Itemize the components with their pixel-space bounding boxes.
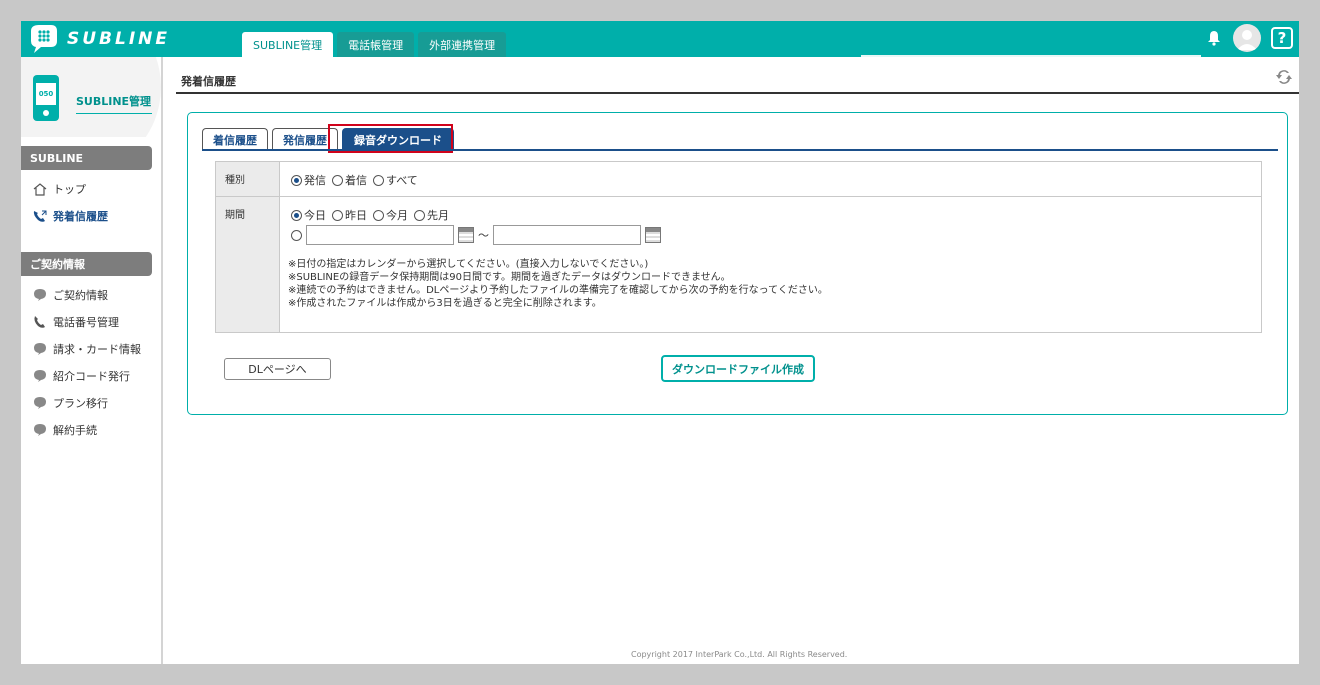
phone-number-prefix: 050 [36,83,56,105]
tab-incoming[interactable]: 着信履歴 [202,128,268,150]
app-window: SUBLINE SUBLINE管理 電話帳管理 外部連携管理 ? 050 SUB… [21,21,1299,664]
bubble-icon [32,423,48,437]
radio-label: 昨日 [345,209,367,222]
calendar-icon[interactable] [645,227,661,243]
top-tab-integration[interactable]: 外部連携管理 [418,32,507,57]
sidebar-item-phone-numbers[interactable]: 電話番号管理 [32,313,119,331]
top-nav-tabs: SUBLINE管理 電話帳管理 外部連携管理 [242,32,507,57]
tabs-underline [202,149,1278,151]
user-avatar[interactable] [1233,24,1261,52]
row-kind: 種別 発信 着信 すべて [216,162,1261,197]
download-panel: 着信履歴 発信履歴 録音ダウンロード 種別 発信 着信 すべて 期間 今日 昨日… [187,112,1288,415]
header-divider [861,55,1201,57]
sidebar-item-referral[interactable]: 紹介コード発行 [32,367,130,385]
radio-button[interactable] [332,174,343,186]
logo-icon [27,23,61,55]
sidebar-item-label: 紹介コード発行 [53,370,130,383]
sidebar-item-label: 発着信履歴 [53,210,108,223]
sidebar-title: SUBLINE管理 [76,93,152,114]
bubble-icon [32,288,48,302]
phone-icon [32,315,48,329]
create-download-file-button[interactable]: ダウンロードファイル作成 [661,355,815,382]
radio-label: 今月 [386,209,408,222]
date-to-input[interactable] [493,225,641,245]
notes: ※日付の指定はカレンダーから選択してください。(直接入力しないでください。) ※… [288,258,828,310]
range-separator: ～ [478,229,489,242]
date-from-input[interactable] [306,225,454,245]
help-icon[interactable]: ? [1271,27,1293,49]
header-actions: ? [1205,23,1293,53]
period-label: 期間 [216,197,280,332]
sidebar-item-label: ご契約情報 [53,289,108,302]
sidebar-item-label: プラン移行 [53,397,108,410]
sidebar-item-cancel[interactable]: 解約手続 [32,421,97,439]
phone-icon: 050 [33,75,59,121]
phone-home-button [43,110,49,116]
radio-label: 発信 [304,174,326,187]
sidebar-item-label: 請求・カード情報 [53,343,141,356]
radio-button[interactable] [373,209,384,221]
sidebar-item-contract-info[interactable]: ご契約情報 [32,286,108,304]
calendar-icon[interactable] [458,227,474,243]
radio-label: 先月 [427,209,449,222]
radio-custom-range[interactable] [291,229,302,241]
sidebar-item-top[interactable]: トップ [32,180,86,198]
page-title-divider [176,92,1299,94]
radio-outgoing[interactable]: 発信 [291,172,326,188]
sidebar-section-subline: SUBLINE [21,146,152,170]
bubble-icon [32,369,48,383]
page-title: 発着信履歴 [181,75,236,88]
note-line: ※連続での予約はできません。DLページより予約したファイルの準備完了を確認してか… [288,285,828,296]
radio-button[interactable] [414,209,425,221]
brand-name: SUBLINE [67,29,171,49]
sidebar-section-contract: ご契約情報 [21,252,152,276]
date-range-row: ～ [291,225,661,245]
row-period: 期間 今日 昨日 今月 先月 ～ ※日付の指定はカレンダーから選択してください。 [216,197,1261,332]
top-header: SUBLINE SUBLINE管理 電話帳管理 外部連携管理 ? [21,21,1299,57]
bubble-icon [32,342,48,356]
sidebar-item-call-history[interactable]: 発着信履歴 [32,207,108,225]
radio-button[interactable] [291,174,302,186]
top-tab-phonebook[interactable]: 電話帳管理 [337,32,415,57]
kind-label: 種別 [216,162,280,196]
note-line: ※作成されたファイルは作成から3日を過ぎると完全に削除されます。 [288,298,602,309]
sidebar-item-label: トップ [53,183,86,196]
sidebar-item-plan[interactable]: プラン移行 [32,394,108,412]
home-icon [32,182,48,196]
sidebar-item-label: 解約手続 [53,424,97,437]
sidebar-item-billing[interactable]: 請求・カード情報 [32,340,141,358]
radio-label: 今日 [304,209,326,222]
bell-icon[interactable] [1205,29,1223,47]
refresh-icon[interactable] [1274,67,1294,87]
radio-label: 着信 [345,174,367,187]
sidebar-header: 050 SUBLINE管理 [21,57,161,137]
note-line: ※日付の指定はカレンダーから選択してください。(直接入力しないでください。) [288,259,649,270]
bubble-icon [32,396,48,410]
download-form: 種別 発信 着信 すべて 期間 今日 昨日 今月 先月 ～ ※日付の指定はカレン… [215,161,1262,333]
radio-yesterday[interactable]: 昨日 [332,207,367,223]
radio-all[interactable]: すべて [373,172,418,188]
radio-button[interactable] [332,209,343,221]
radio-today[interactable]: 今日 [291,207,326,223]
period-radio-group: 今日 昨日 今月 先月 [291,207,449,223]
dl-page-button[interactable]: DLページへ [224,358,331,380]
radio-button[interactable] [291,209,302,221]
radio-button[interactable] [373,174,384,186]
sidebar-item-label: 電話番号管理 [53,316,119,329]
note-line: ※SUBLINEの録音データ保持期間は90日間です。期間を過ぎたデータはダウンロ… [288,272,731,283]
copyright: Copyright 2017 InterPark Co.,Ltd. All Ri… [631,650,848,659]
subline-logo[interactable]: SUBLINE [27,23,207,55]
top-tab-subline[interactable]: SUBLINE管理 [242,32,334,57]
sidebar: 050 SUBLINE管理 SUBLINE トップ 発着信履歴 ご契約情報 ご契… [21,57,163,664]
radio-incoming[interactable]: 着信 [332,172,367,188]
kind-radio-group: 発信 着信 すべて [291,172,418,188]
radio-last-month[interactable]: 先月 [414,207,449,223]
radio-label: すべて [386,174,418,187]
phone-call-icon [32,209,48,223]
radio-this-month[interactable]: 今月 [373,207,408,223]
